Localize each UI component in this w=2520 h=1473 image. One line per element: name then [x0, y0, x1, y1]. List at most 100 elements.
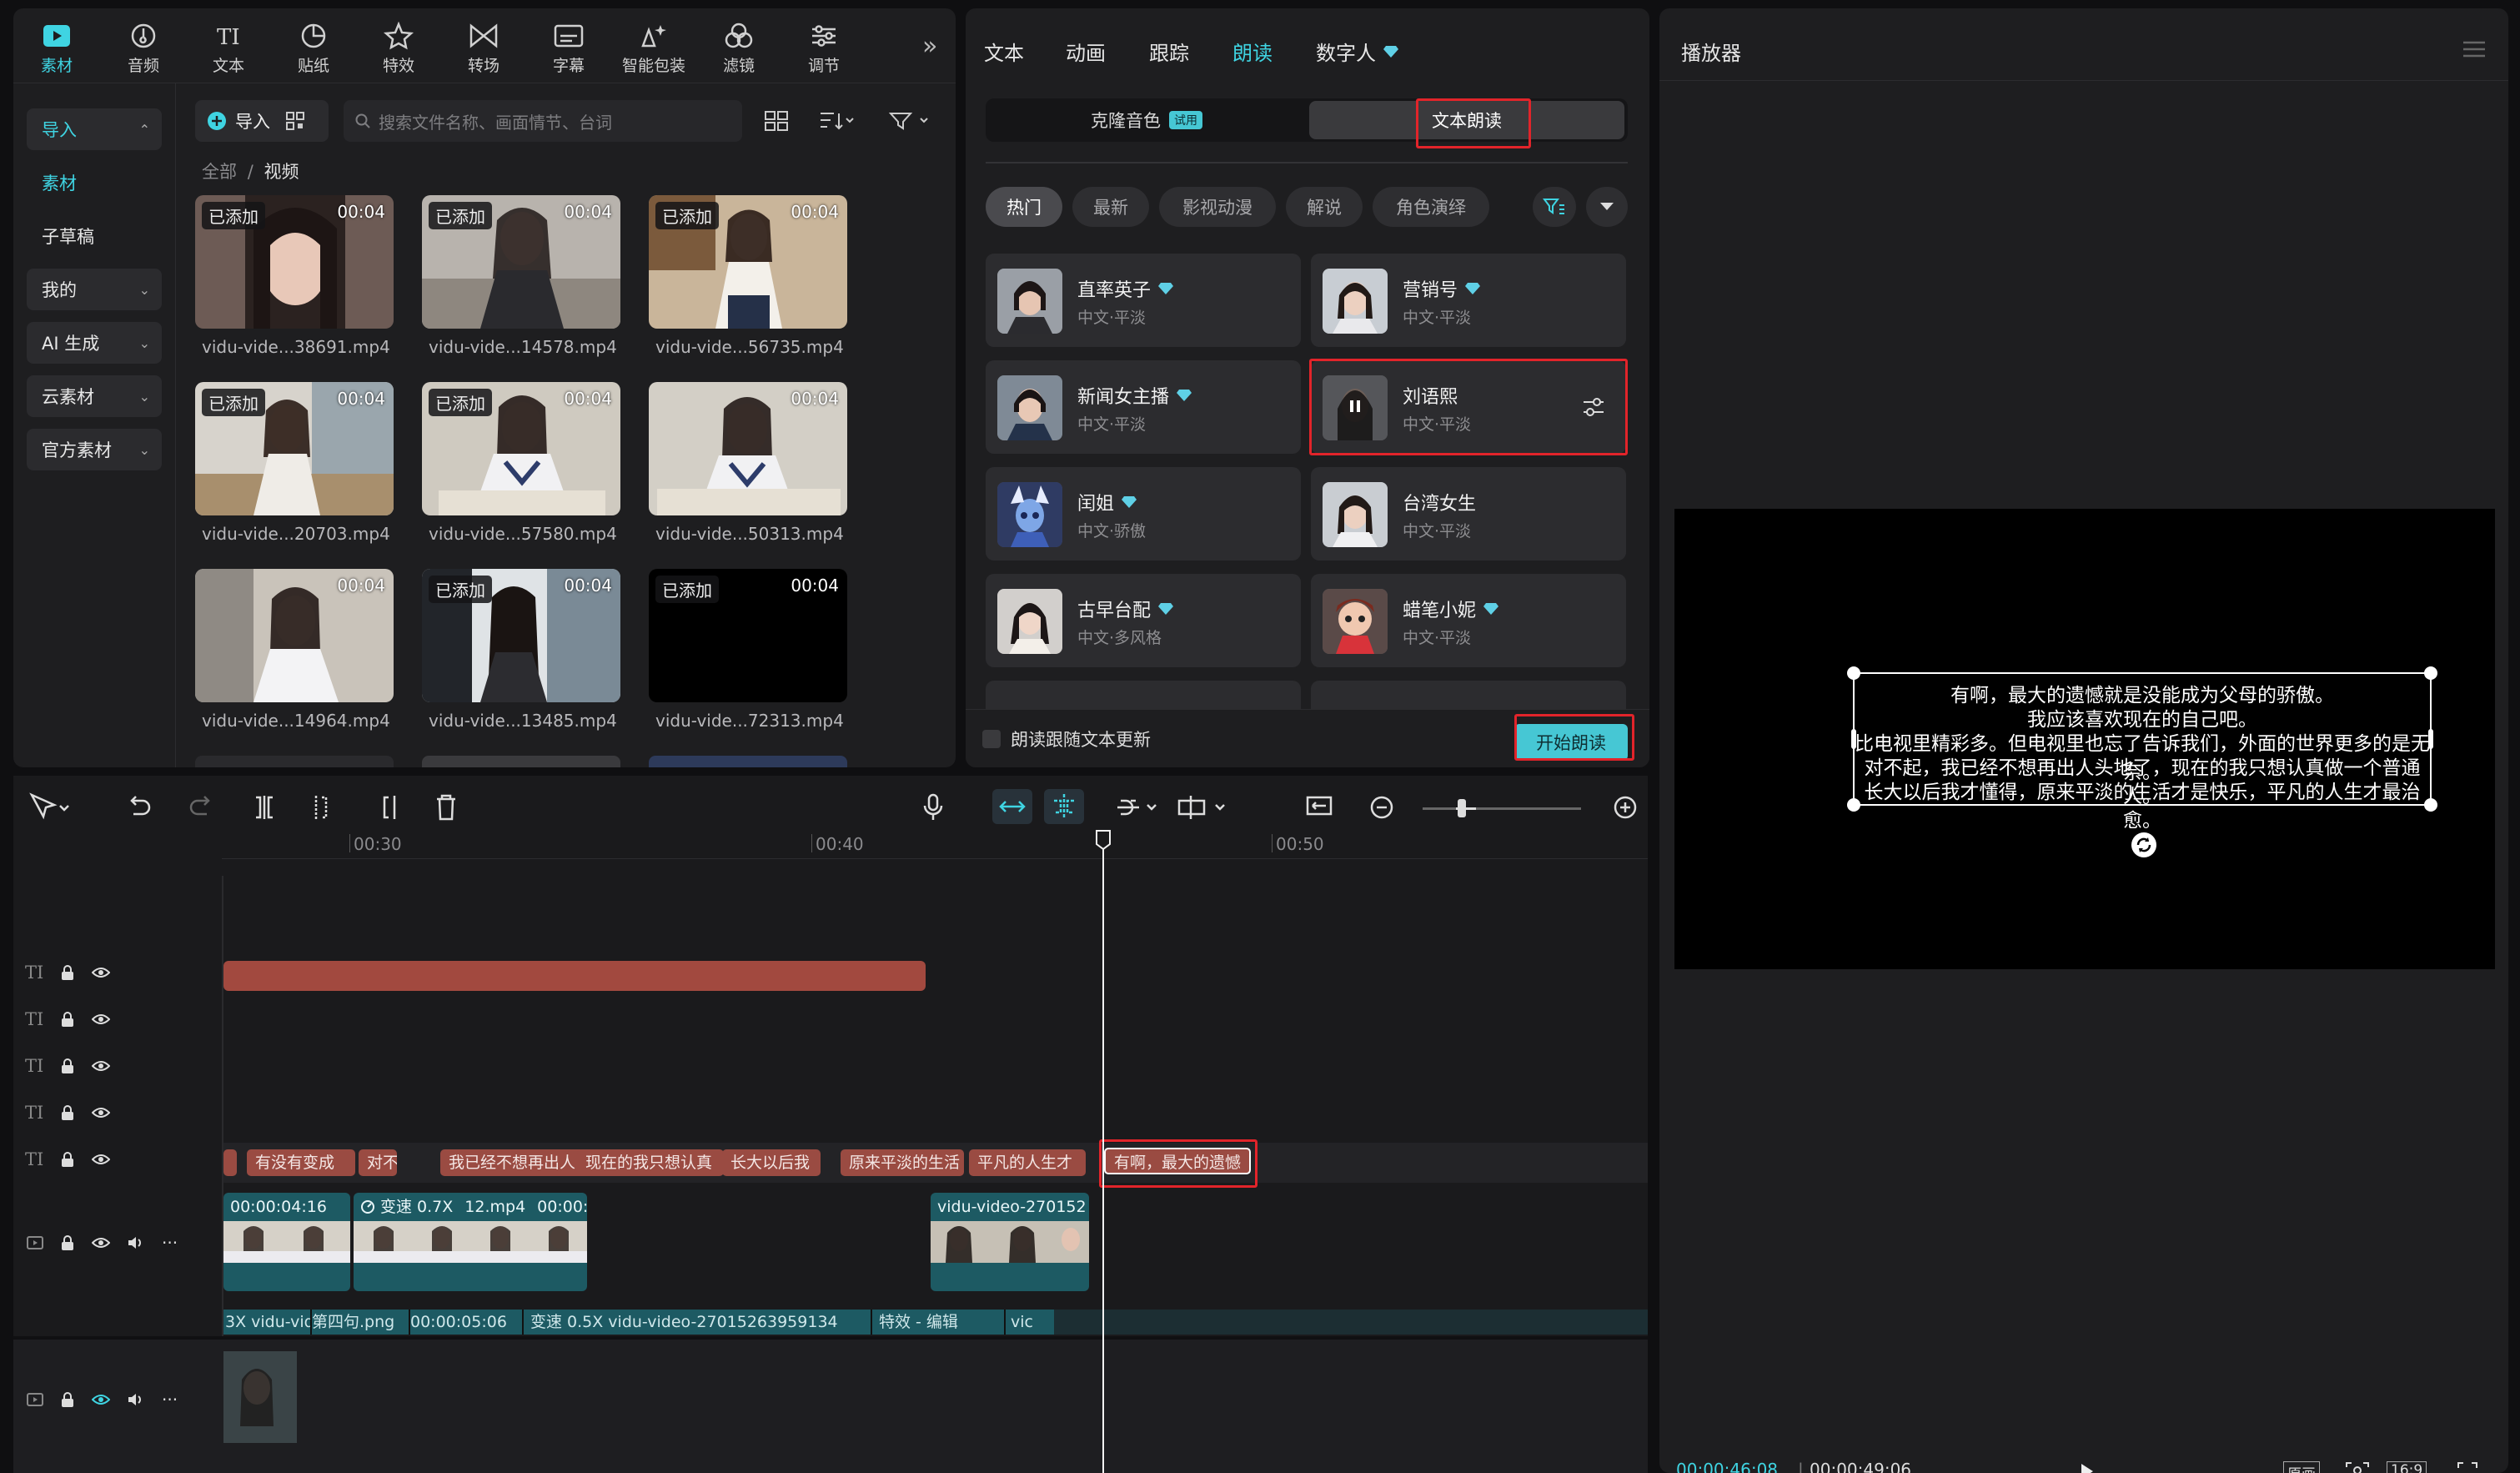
screenshot-icon[interactable]: [2345, 1461, 2370, 1473]
tool-transition[interactable]: 转场: [442, 17, 525, 80]
overlay-clip[interactable]: 00:00:05:06: [409, 1310, 522, 1335]
voice-card[interactable]: 营销号 中文·平淡: [1311, 254, 1626, 347]
tool-audio[interactable]: 音频: [102, 17, 185, 80]
filter-role-play[interactable]: 角色演绎: [1373, 187, 1489, 227]
playhead[interactable]: [1102, 832, 1104, 1473]
overlay-clip[interactable]: 变速 0.5X vidu-video-27015263959134: [522, 1310, 871, 1335]
microphone-icon[interactable]: [921, 792, 946, 822]
tab-animation[interactable]: 动画: [1066, 37, 1106, 66]
text-clip[interactable]: 原来平淡的生活: [841, 1149, 964, 1176]
filter-settings-button[interactable]: [1533, 187, 1576, 227]
select-tool-icon[interactable]: [28, 792, 70, 822]
eye-icon[interactable]: [92, 1013, 111, 1026]
sidebar-item-ai-generate[interactable]: AI 生成 ⌄: [27, 322, 162, 364]
overlay-clip[interactable]: 第四句.png: [310, 1310, 409, 1335]
tool-text[interactable]: TI 文本: [187, 17, 270, 80]
volume-icon[interactable]: [127, 1235, 145, 1250]
media-thumbnail[interactable]: 已添加 00:04: [649, 569, 847, 702]
aspect-ratio-button[interactable]: 16:9: [2387, 1461, 2427, 1473]
overlay-clip[interactable]: vic: [1004, 1310, 1054, 1335]
tool-sticker[interactable]: 贴纸: [272, 17, 355, 80]
grid-view-icon[interactable]: [764, 110, 789, 132]
media-thumbnail[interactable]: 已添加 00:04: [195, 195, 394, 329]
text-clip[interactable]: 长大以后我: [722, 1149, 821, 1176]
resize-handle[interactable]: [1847, 666, 1860, 680]
lock-icon[interactable]: [60, 1058, 75, 1074]
delete-icon[interactable]: [434, 792, 459, 822]
tab-read-aloud[interactable]: 朗读: [1232, 37, 1273, 66]
tab-digital-human[interactable]: 数字人: [1316, 37, 1399, 66]
text-clip-long[interactable]: [223, 961, 926, 991]
media-thumbnail[interactable]: 00:04: [195, 569, 394, 702]
trim-left-icon[interactable]: [312, 792, 337, 822]
import-button[interactable]: 导入: [195, 100, 329, 142]
subtitle-selection-box[interactable]: 有啊，最大的遗憾就是没能成为父母的骄傲。 我应该喜欢现在的自己吧。 比电视里精彩…: [1847, 666, 2437, 832]
eye-icon[interactable]: [92, 1106, 111, 1119]
text-clip[interactable]: [223, 1149, 237, 1176]
undo-icon[interactable]: [127, 792, 152, 822]
more-tools-button[interactable]: »: [922, 32, 937, 61]
voice-card[interactable]: 直率英子 中文·平淡: [986, 254, 1301, 347]
filter-latest[interactable]: 最新: [1072, 187, 1149, 227]
main-track-magnet-button[interactable]: [992, 789, 1032, 824]
voice-card[interactable]: 闰姐 中文·骄傲: [986, 467, 1301, 561]
breadcrumb-all[interactable]: 全部: [202, 162, 237, 182]
fit-timeline-icon[interactable]: [1304, 792, 1334, 822]
eye-icon[interactable]: [92, 1236, 110, 1249]
voice-card[interactable]: 蜡笔小妮 中文·平淡: [1311, 574, 1626, 667]
split-icon[interactable]: [252, 792, 277, 822]
time-ruler[interactable]: [222, 831, 1648, 859]
resize-handle[interactable]: [1851, 729, 1856, 749]
playhead-handle-icon[interactable]: [1095, 829, 1112, 851]
more-options-icon[interactable]: ···: [162, 1233, 178, 1253]
video-clip[interactable]: vidu-video-270152: [931, 1193, 1089, 1291]
media-thumbnail[interactable]: 00:04: [649, 382, 847, 515]
zoom-in-icon[interactable]: [1613, 792, 1638, 822]
eye-icon[interactable]: [92, 966, 111, 979]
menu-icon[interactable]: [2462, 40, 2487, 58]
play-icon[interactable]: [2080, 1463, 2095, 1473]
filter-commentary[interactable]: 解说: [1286, 187, 1363, 227]
filter-dropdown-button[interactable]: [1586, 187, 1628, 227]
media-thumbnail[interactable]: 已添加 00:04: [422, 382, 620, 515]
preview-axis-icon[interactable]: [1176, 792, 1229, 822]
voice-card[interactable]: 古早台配 中文·多风格: [986, 574, 1301, 667]
original-quality-button[interactable]: 原画: [2283, 1461, 2320, 1473]
resize-handle[interactable]: [2428, 729, 2433, 749]
media-thumbnail[interactable]: 已添加 00:04: [422, 569, 620, 702]
filter-funnel-icon[interactable]: [889, 110, 931, 132]
sidebar-item-cloud[interactable]: 云素材 ⌄: [27, 375, 162, 417]
text-clip[interactable]: 我已经不想再出人: [440, 1149, 590, 1176]
qr-icon[interactable]: [285, 111, 305, 131]
sidebar-item-import[interactable]: 导入 ⌃: [27, 108, 162, 150]
eye-icon[interactable]: [92, 1059, 111, 1073]
tab-text[interactable]: 文本: [984, 37, 1024, 66]
text-clip[interactable]: 平凡的人生才: [969, 1149, 1086, 1176]
zoom-slider-track[interactable]: [1423, 807, 1581, 810]
resize-handle[interactable]: [2424, 798, 2437, 812]
resize-handle[interactable]: [1847, 798, 1860, 812]
sidebar-item-material[interactable]: 素材: [27, 162, 162, 204]
tool-media[interactable]: 素材: [15, 17, 98, 80]
filter-hot[interactable]: 热门: [986, 187, 1062, 227]
overlay-clip[interactable]: 3X vidu-video: [223, 1310, 334, 1335]
volume-icon[interactable]: [127, 1392, 145, 1407]
video-clip[interactable]: 00:00:04:16: [223, 1193, 350, 1291]
media-thumbnail[interactable]: 已添加 00:04: [195, 382, 394, 515]
main-track-clip[interactable]: [223, 1351, 297, 1443]
sidebar-item-official[interactable]: 官方素材 ⌄: [27, 429, 162, 470]
zoom-out-icon[interactable]: [1369, 792, 1394, 822]
more-options-icon[interactable]: ···: [162, 1390, 178, 1410]
follow-text-checkbox[interactable]: 朗读跟随文本更新: [982, 726, 1151, 752]
resize-handle[interactable]: [2424, 666, 2437, 680]
video-clip[interactable]: 变速 0.7X 12.mp4 00:00:: [354, 1193, 587, 1291]
lock-icon[interactable]: [60, 1011, 75, 1028]
search-input[interactable]: 搜索文件名称、画面情节、台词: [344, 100, 742, 142]
zoom-slider-handle[interactable]: [1458, 799, 1466, 817]
text-clip[interactable]: 现在的我只想认真: [577, 1149, 724, 1176]
overlay-clip[interactable]: 特效 - 编辑: [871, 1310, 1004, 1335]
tool-smart-pack[interactable]: 智能包装: [612, 17, 695, 80]
eye-icon[interactable]: [92, 1153, 111, 1166]
sidebar-item-mine[interactable]: 我的 ⌄: [27, 269, 162, 310]
tool-effects[interactable]: 特效: [357, 17, 440, 80]
